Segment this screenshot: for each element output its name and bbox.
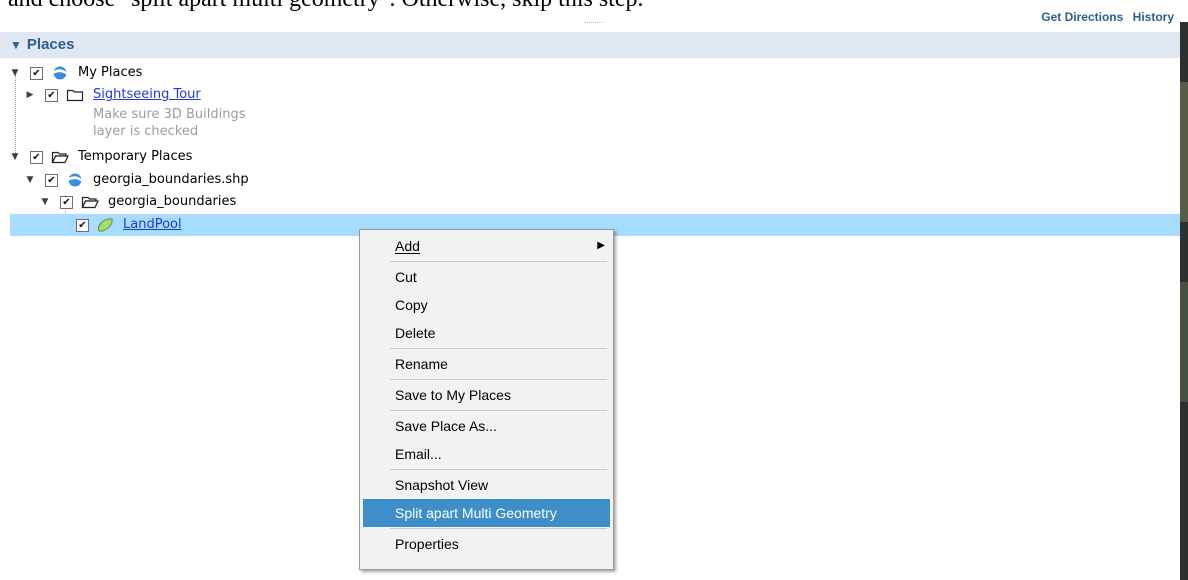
context-menu: Add ▶ Cut Copy Delete Rename Save to My …: [359, 229, 614, 570]
document-text: and choose "split apart multi geometry".…: [8, 0, 643, 13]
menu-item-save-to-my-places[interactable]: Save to My Places: [360, 381, 613, 409]
menu-item-email-label: Email...: [395, 446, 442, 462]
tree-row-temporary-places[interactable]: ▼ ✔ Temporary Places: [0, 146, 300, 168]
history-link[interactable]: History: [1133, 10, 1174, 24]
my-places-checkbox[interactable]: ✔: [30, 67, 43, 80]
menu-separator: [390, 528, 607, 529]
tree-row-sightseeing-tour[interactable]: ▶ ✔ Sightseeing Tour: [0, 84, 300, 106]
tree-row-shp-file[interactable]: ▼ ✔ georgia_boundaries.shp: [0, 169, 300, 191]
menu-item-cut[interactable]: Cut: [360, 263, 613, 291]
description-line: layer is checked: [93, 124, 199, 139]
globe-icon: [53, 66, 67, 80]
menu-item-cut-label: Cut: [395, 269, 417, 285]
menu-item-split-apart-multi-geometry[interactable]: Split apart Multi Geometry: [363, 499, 610, 527]
temporary-places-checkbox[interactable]: ✔: [30, 151, 43, 164]
landpool-link[interactable]: LandPool: [123, 214, 182, 236]
landpool-checkbox[interactable]: ✔: [76, 219, 89, 232]
sightseeing-description: Make sure 3D Buildings layer is checked: [93, 106, 246, 140]
panel-resize-grip[interactable]: [584, 22, 604, 25]
expand-down-icon[interactable]: ▼: [25, 169, 35, 191]
globe-icon: [68, 173, 82, 187]
tree-row-boundaries-folder[interactable]: ▼ ✔ georgia_boundaries: [0, 191, 300, 213]
menu-separator: [390, 379, 607, 380]
submenu-arrow-icon: ▶: [597, 240, 605, 251]
menu-item-copy-label: Copy: [395, 297, 428, 313]
boundaries-folder-checkbox[interactable]: ✔: [60, 196, 73, 209]
menu-item-add-label: Add: [395, 238, 420, 254]
shp-file-checkbox[interactable]: ✔: [45, 174, 58, 187]
menu-item-properties-label: Properties: [395, 536, 459, 552]
menu-item-save-to-my-places-label: Save to My Places: [395, 387, 511, 403]
menu-item-split-apart-multi-geometry-label: Split apart Multi Geometry: [395, 505, 557, 521]
get-directions-link[interactable]: Get Directions: [1041, 10, 1123, 24]
expand-down-icon[interactable]: ▼: [10, 62, 20, 84]
menu-item-rename-label: Rename: [395, 356, 448, 372]
my-places-label: My Places: [78, 65, 143, 80]
sightseeing-tour-checkbox[interactable]: ✔: [45, 89, 58, 102]
description-line: Make sure 3D Buildings: [93, 107, 246, 122]
open-folder-icon: [81, 196, 99, 209]
shp-file-label: georgia_boundaries.shp: [93, 172, 249, 187]
places-title: Places: [26, 36, 75, 53]
temporary-places-label: Temporary Places: [78, 149, 193, 164]
top-links: Get Directions History: [1035, 10, 1174, 24]
menu-item-save-place-as-label: Save Place As...: [395, 418, 497, 434]
menu-separator: [390, 348, 607, 349]
menu-item-copy[interactable]: Copy: [360, 291, 613, 319]
collapse-arrow-icon[interactable]: ▼: [10, 38, 22, 52]
polygon-icon: [97, 218, 113, 232]
menu-item-email[interactable]: Email...: [360, 440, 613, 468]
tree-row-my-places[interactable]: ▼ ✔ My Places: [0, 62, 300, 84]
menu-item-add[interactable]: Add ▶: [360, 232, 613, 260]
menu-item-snapshot-view-label: Snapshot View: [395, 477, 489, 493]
expand-down-icon[interactable]: ▼: [40, 191, 50, 213]
menu-item-rename[interactable]: Rename: [360, 350, 613, 378]
menu-separator: [390, 469, 607, 470]
menu-item-delete[interactable]: Delete: [360, 319, 613, 347]
menu-item-properties[interactable]: Properties: [360, 530, 613, 558]
open-folder-icon: [51, 151, 69, 164]
menu-item-delete-label: Delete: [395, 325, 436, 341]
expand-down-icon[interactable]: ▼: [10, 146, 20, 168]
boundaries-folder-label: georgia_boundaries: [108, 194, 237, 209]
menu-separator: [390, 410, 607, 411]
menu-item-save-place-as[interactable]: Save Place As...: [360, 412, 613, 440]
expand-right-icon[interactable]: ▶: [25, 84, 35, 106]
menu-separator: [390, 261, 607, 262]
places-panel-header[interactable]: ▼ Places: [0, 32, 1180, 58]
sightseeing-tour-link[interactable]: Sightseeing Tour: [93, 84, 201, 106]
map-view-edge: [1180, 22, 1188, 580]
folder-icon: [66, 89, 84, 102]
menu-item-snapshot-view[interactable]: Snapshot View: [360, 471, 613, 499]
